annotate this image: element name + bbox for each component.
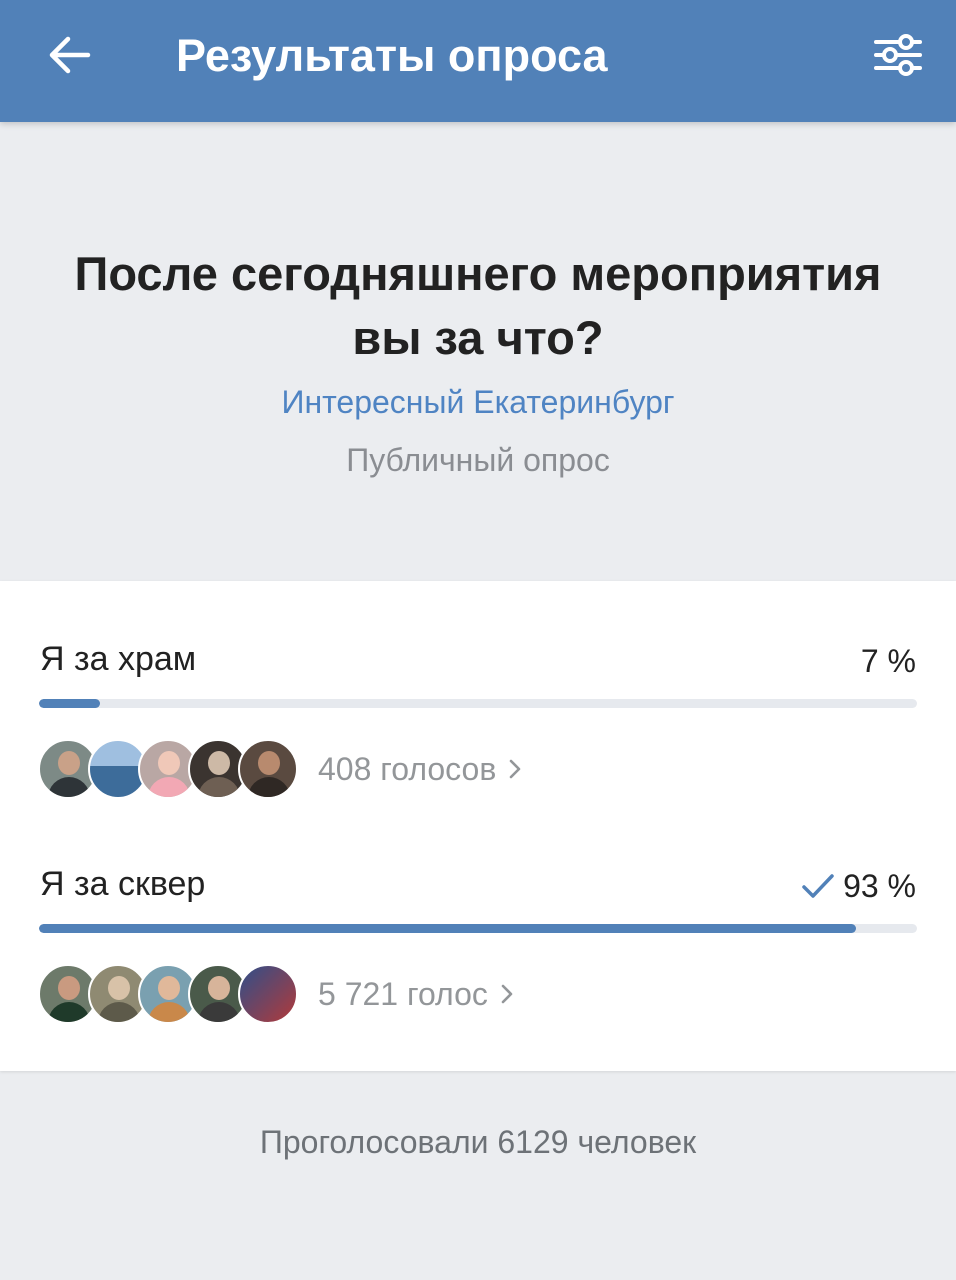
arrow-left-icon [49, 36, 91, 74]
voters-link[interactable]: 5 721 голос [38, 964, 514, 1024]
vote-count: 408 голосов [318, 751, 497, 787]
chevron-right-icon [510, 759, 521, 779]
total-votes: Проголосовали 6129 человек [259, 1124, 697, 1160]
filter-button[interactable] [866, 28, 930, 82]
avatar [238, 739, 298, 799]
voter-avatars [38, 964, 298, 1024]
poll-type: Публичный опрос [346, 442, 610, 478]
progress-fill [39, 924, 856, 933]
progress-fill [39, 699, 101, 708]
checkmark-icon [802, 874, 834, 898]
top-app-bar: Результаты опроса [0, 0, 956, 122]
option-label: Я за храм [40, 640, 197, 678]
vote-count: 5 721 голос [318, 976, 488, 1012]
sliders-icon [874, 34, 922, 76]
progress-bar [39, 924, 917, 933]
results-card: Я за храм 7 % 408 голосов Я за сквер 93 … [0, 581, 956, 1071]
option-percent-text: 93 % [843, 868, 916, 904]
poll-owner-link[interactable]: Интересный Екатеринбург [60, 380, 896, 424]
progress-bar [39, 699, 917, 708]
poll-option: Я за храм 7 % 408 голосов [0, 581, 956, 806]
back-button[interactable] [40, 30, 100, 80]
voters-link[interactable]: 408 голосов [38, 739, 522, 799]
chevron-right-icon [501, 984, 513, 1004]
option-percent: 93 % [801, 864, 916, 908]
option-percent: 7 % [861, 639, 916, 683]
poll-question: После сегодняшнего мероприятия вы за что… [74, 247, 882, 364]
option-percent-text: 7 % [860, 643, 916, 679]
voter-avatars [38, 739, 298, 799]
option-label: Я за сквер [40, 865, 206, 903]
poll-header: После сегодняшнего мероприятия вы за что… [0, 122, 956, 581]
avatar [238, 964, 298, 1024]
poll-option: Я за сквер 93 % 5 721 голос [0, 806, 956, 1031]
page-title: Результаты опроса [176, 30, 608, 81]
